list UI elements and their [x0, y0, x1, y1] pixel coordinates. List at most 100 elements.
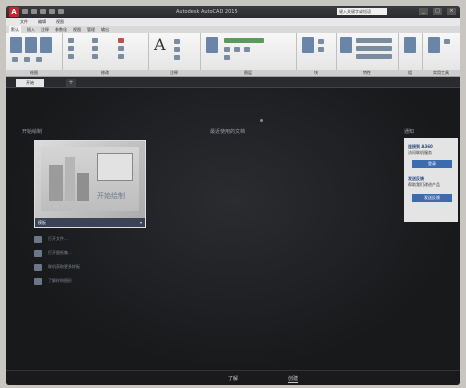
- trim-icon[interactable]: [118, 38, 124, 43]
- panel-annotation: A 注释: [148, 33, 201, 76]
- start-drawing-card[interactable]: 开始绘制 模板 ▾: [34, 140, 146, 228]
- app-window: A Autodesk AutoCAD 2015 键入关键字或短语 _ □ × 文…: [6, 6, 460, 385]
- group-icon[interactable]: [404, 37, 416, 53]
- tab-manage[interactable]: 管理: [87, 26, 95, 33]
- window-title: Autodesk AutoCAD 2015: [176, 9, 238, 15]
- measure-icon[interactable]: [428, 37, 440, 53]
- panel-title-groups[interactable]: 组: [398, 70, 422, 76]
- tab-insert[interactable]: 插入: [27, 26, 35, 33]
- page-indicator-dot[interactable]: [260, 119, 263, 122]
- link-label: 了解样例图形: [48, 278, 72, 283]
- tab-start[interactable]: 开始: [16, 79, 44, 87]
- panel-block: 块: [296, 33, 337, 76]
- tab-annotate[interactable]: 注释: [41, 26, 49, 33]
- bottom-bar: 了解 创建: [6, 370, 460, 385]
- blueprint-shape: [97, 153, 133, 181]
- app-logo[interactable]: A: [9, 7, 19, 17]
- redo-icon[interactable]: [58, 9, 64, 14]
- panel-modify: 修改: [62, 33, 149, 76]
- sign-in-button[interactable]: 登录: [412, 160, 452, 168]
- notifications-heading: 通知: [404, 129, 415, 135]
- layer-freeze-icon[interactable]: [234, 47, 240, 52]
- layer-dropdown[interactable]: [224, 38, 264, 43]
- stretch-icon[interactable]: [68, 54, 74, 59]
- open-icon[interactable]: [31, 9, 37, 14]
- link-open-sheet-set[interactable]: 打开图纸集...: [34, 246, 80, 260]
- new-tab-button[interactable]: +: [66, 79, 76, 87]
- tab-output[interactable]: 输出: [101, 26, 109, 33]
- circle-tool-icon[interactable]: [40, 37, 52, 53]
- calculator-icon[interactable]: [444, 39, 450, 44]
- close-button[interactable]: ×: [447, 8, 456, 15]
- tab-parametric[interactable]: 参数化: [55, 26, 67, 33]
- line-tool-icon[interactable]: [10, 37, 22, 53]
- search-input[interactable]: 键入关键字或短语: [337, 8, 387, 15]
- edit-block-icon[interactable]: [318, 47, 324, 52]
- save-icon[interactable]: [40, 9, 46, 14]
- hatch-tool-icon[interactable]: [36, 57, 42, 62]
- panel-title-block[interactable]: 块: [296, 70, 336, 76]
- move-icon[interactable]: [68, 38, 74, 43]
- menu-edit[interactable]: 编辑: [38, 18, 46, 26]
- fillet-icon[interactable]: [118, 46, 124, 51]
- maximize-button[interactable]: □: [433, 8, 442, 15]
- mirror-icon[interactable]: [92, 46, 98, 51]
- panel-title-annotation[interactable]: 注释: [148, 70, 200, 76]
- lineweight-dropdown[interactable]: [356, 54, 392, 59]
- notification-feedback: 发送反馈 帮助我们改进产品: [408, 176, 440, 188]
- folder-icon: [34, 235, 42, 243]
- leader-icon[interactable]: [174, 47, 180, 52]
- create-block-icon[interactable]: [318, 39, 324, 44]
- card-caption: 开始绘制: [97, 192, 125, 200]
- panel-layers: 图层: [200, 33, 297, 76]
- array-icon[interactable]: [118, 54, 124, 59]
- polyline-tool-icon[interactable]: [25, 37, 37, 53]
- sheet-set-icon: [34, 249, 42, 257]
- building-shape: [65, 157, 75, 201]
- building-illustration: 开始绘制: [41, 147, 139, 211]
- link-label: 打开文件...: [48, 236, 68, 241]
- dimension-icon[interactable]: [174, 39, 180, 44]
- link-get-templates[interactable]: 联机获取更多样板: [34, 260, 80, 274]
- color-dropdown[interactable]: [356, 38, 392, 43]
- text-tool-icon[interactable]: A: [154, 35, 166, 54]
- menu-view[interactable]: 视图: [56, 18, 64, 26]
- layer-off-icon[interactable]: [224, 47, 230, 52]
- rotate-icon[interactable]: [92, 38, 98, 43]
- panel-title-modify[interactable]: 修改: [62, 70, 148, 76]
- window-controls: _ □ ×: [419, 8, 456, 15]
- panel-title-layers[interactable]: 图层: [200, 70, 296, 76]
- create-tab[interactable]: 创建: [288, 375, 299, 383]
- tab-home[interactable]: 默认: [9, 26, 21, 33]
- layer-properties-icon[interactable]: [206, 37, 218, 53]
- menu-file[interactable]: 文件: [20, 18, 28, 26]
- panel-title-utilities[interactable]: 实用工具: [422, 70, 460, 76]
- scale-icon[interactable]: [92, 54, 98, 59]
- layer-lock-icon[interactable]: [244, 47, 250, 52]
- panel-title-draw[interactable]: 绘图: [6, 70, 62, 76]
- layer-match-icon[interactable]: [224, 55, 230, 60]
- linetype-dropdown[interactable]: [356, 46, 392, 51]
- table-icon[interactable]: [174, 55, 180, 60]
- panel-title-properties[interactable]: 特性: [336, 70, 398, 76]
- copy-icon[interactable]: [68, 46, 74, 51]
- learn-tab[interactable]: 了解: [228, 375, 238, 382]
- tab-view[interactable]: 视图: [73, 26, 81, 33]
- minimize-button[interactable]: _: [419, 8, 428, 15]
- link-open-file[interactable]: 打开文件...: [34, 232, 80, 246]
- match-properties-icon[interactable]: [340, 37, 352, 53]
- link-sample-drawings[interactable]: 了解样例图形: [34, 274, 80, 288]
- start-page: 开始绘制 最近使用的文档 通知 开始绘制 模板 ▾ 打开文件... 打开图纸集.…: [6, 88, 460, 370]
- arc-tool-icon[interactable]: [12, 57, 18, 62]
- document-tabs: 开始 +: [6, 77, 460, 88]
- new-icon[interactable]: [22, 9, 28, 14]
- chevron-down-icon: ▾: [139, 220, 142, 225]
- insert-block-icon[interactable]: [302, 37, 314, 53]
- template-dropdown[interactable]: 模板 ▾: [35, 218, 145, 227]
- send-feedback-button[interactable]: 发送反馈: [412, 194, 452, 202]
- undo-icon[interactable]: [49, 9, 55, 14]
- ribbon-tabs: 默认 插入 注释 参数化 视图 管理 输出: [6, 26, 460, 33]
- online-templates-icon: [34, 263, 42, 271]
- title-bar: A Autodesk AutoCAD 2015 键入关键字或短语 _ □ ×: [6, 6, 460, 18]
- rectangle-tool-icon[interactable]: [24, 57, 30, 62]
